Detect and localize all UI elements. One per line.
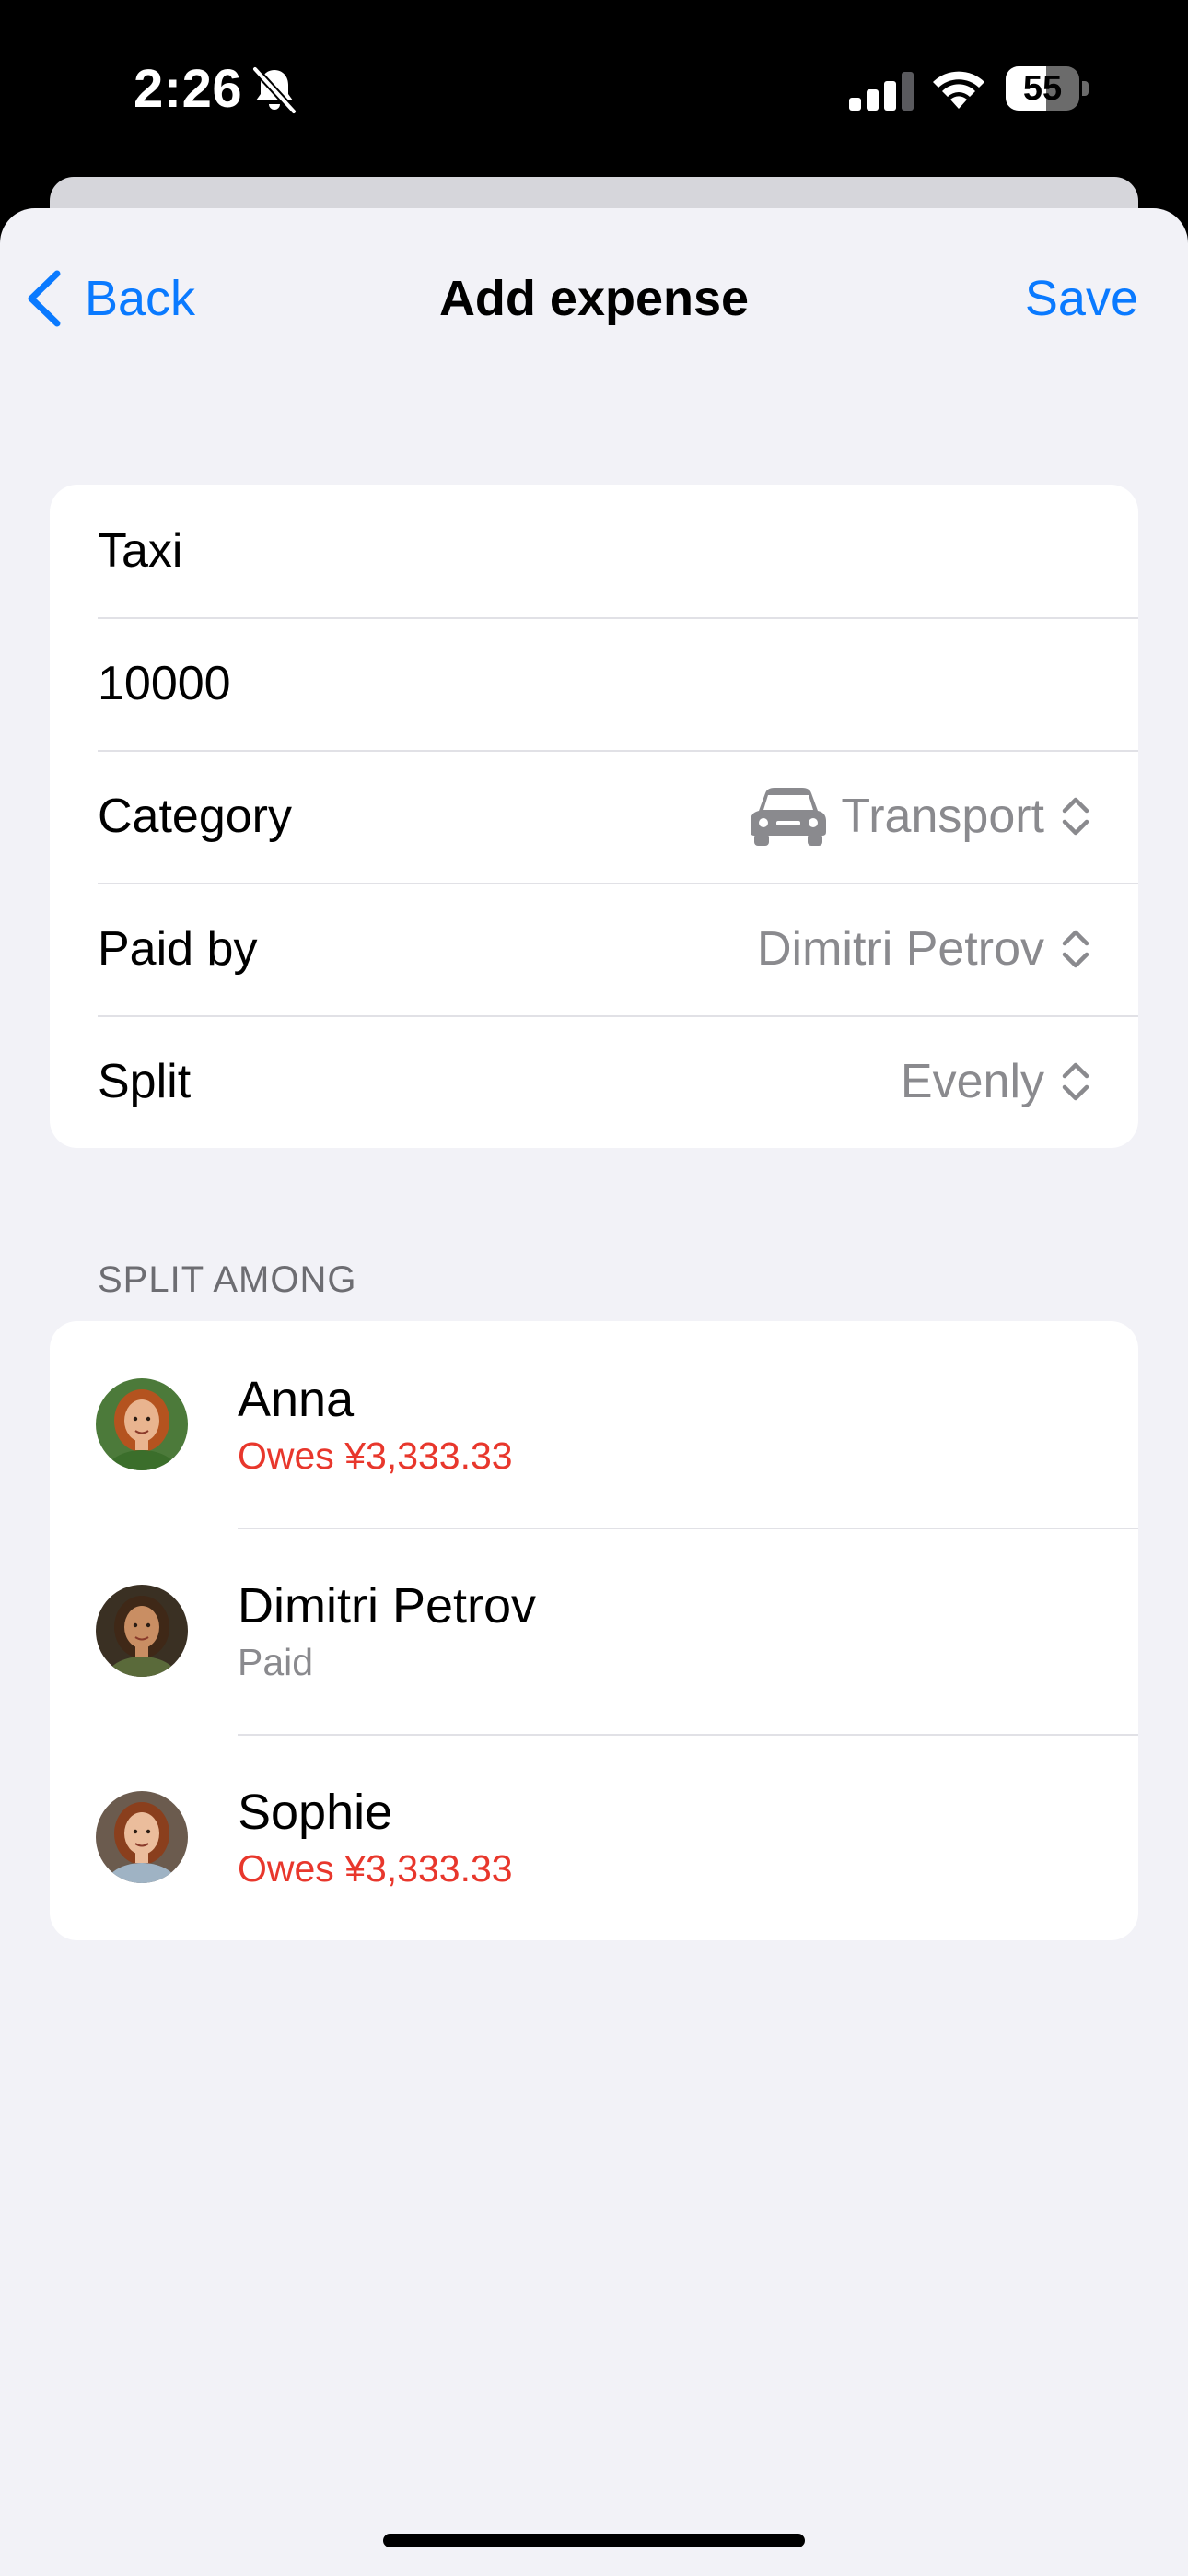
category-value: Transport [841,790,1044,843]
battery-icon: 55 [1006,66,1089,111]
member-row[interactable]: Anna Owes ¥3,333.33 [50,1321,1138,1528]
split-row: Split Evenly [50,1015,1138,1148]
avatar [96,1378,188,1470]
member-status: Paid [238,1641,314,1683]
paid-by-label: Paid by [98,922,258,976]
battery-percent: 55 [1022,69,1063,108]
add-expense-sheet: Add expense Back Save Category [0,208,1188,2576]
wifi-icon [933,71,984,109]
paid-by-value: Dimitri Petrov [756,922,1044,976]
expense-title-input[interactable] [98,523,1090,579]
status-bar: 2:26 55 [0,0,1188,175]
car-icon [751,788,827,846]
category-label: Category [98,790,292,843]
split-value: Evenly [900,1055,1044,1108]
back-button[interactable]: Back [24,262,195,335]
split-label: Split [98,1055,192,1108]
avatar [96,1585,188,1677]
member-name: Sophie [238,1785,393,1840]
chevron-left-icon [28,270,61,327]
paid-by-picker[interactable]: Dimitri Petrov [757,921,1090,977]
member-row[interactable]: Dimitri Petrov Paid [50,1528,1138,1734]
expense-form: Category Transport Paid by [50,485,1138,1148]
chevron-up-down-icon [1062,797,1089,836]
category-picker[interactable]: Transport [749,786,1090,847]
member-name: Anna [238,1372,355,1427]
home-indicator [383,2534,805,2547]
avatar [96,1791,188,1883]
status-time: 2:26 [134,59,243,119]
split-picker[interactable]: Evenly [901,1054,1090,1109]
amount-row [50,617,1138,750]
paid-by-row: Paid by Dimitri Petrov [50,883,1138,1015]
member-row[interactable]: Sophie Owes ¥3,333.33 [50,1734,1138,1940]
chevron-up-down-icon [1062,1062,1089,1101]
category-row: Category Transport [50,750,1138,883]
member-status: Owes ¥3,333.33 [238,1434,513,1477]
amount-input[interactable] [98,656,1090,711]
back-button-label: Back [85,271,196,326]
cellular-signal-icon [849,72,914,111]
bell-slash-icon [252,66,297,114]
member-status: Owes ¥3,333.33 [238,1847,513,1890]
chevron-up-down-icon [1062,930,1089,968]
title-row [50,485,1138,617]
split-among-header: SPLIT AMONG [98,1259,357,1300]
member-name: Dimitri Petrov [238,1578,537,1633]
split-members-list: Anna Owes ¥3,333.33 Dimitri Petrov Paid … [50,1321,1138,1940]
save-button[interactable]: Save [1025,262,1138,335]
